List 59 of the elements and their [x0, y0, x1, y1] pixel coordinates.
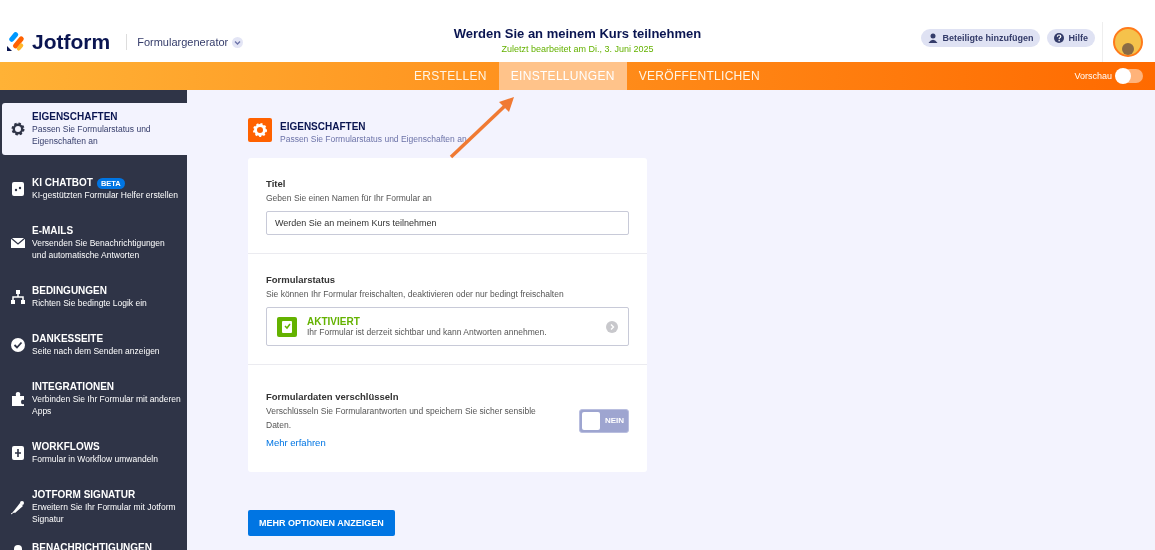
field-label: Titel: [266, 178, 287, 189]
field-label: Formulardaten verschlüsseln: [266, 391, 400, 402]
title-input[interactable]: Werden Sie an meinem Kurs teilnehmen: [266, 211, 629, 235]
item-title: DANKESSEITE: [32, 333, 104, 345]
learn-more-link[interactable]: Mehr erfahren: [266, 437, 326, 448]
sidebar-item[interactable]: EIGENSCHAFTEN Passen Sie Formularstatus und Eigenschaften an: [2, 103, 187, 155]
item-title: EIGENSCHAFTEN: [32, 111, 118, 123]
item-description: Passen Sie Formularstatus und Eigenschaften an: [32, 123, 152, 147]
avatar: [1113, 27, 1143, 57]
gear-icon: [10, 121, 26, 137]
help-icon: [1054, 33, 1065, 43]
field-hint: Sie können Ihr Formular freischalten, deaktivieren oder nur bedingt freischalten: [266, 289, 565, 299]
item-description: Verbinden Sie Ihr Formular mit anderen Apps: [32, 393, 181, 417]
status-description: Ihr Formular ist derzeit sichtbar und kann Antworten annehmen.: [307, 327, 548, 337]
item-description: Erweitern Sie Ihr Formular mit Jotform Signatur: [32, 501, 177, 525]
product-dropdown[interactable]: Formulargenerator: [126, 34, 244, 50]
person-icon: [928, 33, 939, 43]
preview-toggle[interactable]: [1116, 69, 1143, 83]
item-title: WORKFLOWS: [32, 441, 100, 453]
pen-icon: [10, 499, 26, 515]
item-description: Richten Sie bedingte Logik ein: [32, 297, 148, 309]
logo-icon: [6, 32, 26, 52]
item-description: Versenden Sie Benachrichtigungen und automatische Antworten: [32, 237, 166, 261]
sidebar-item[interactable]: INTEGRATIONEN Verbinden Sie Ihr Formular mit anderen Apps: [2, 369, 187, 429]
preview-label: Vorschau: [1074, 71, 1112, 81]
add-collaborator-button[interactable]: Beteiligte hinzufügen: [921, 29, 1041, 47]
section-description: Passen Sie Formularstatus und Eigenschaften an: [280, 134, 467, 144]
item-description: Seite nach dem Senden anzeigen: [32, 345, 161, 357]
item-description: Formular in Workflow umwandeln: [32, 453, 159, 465]
item-title: KI CHATBOT: [32, 177, 93, 189]
chevron-icon: [232, 36, 244, 48]
envelope-icon: [10, 235, 26, 251]
sidebar-item[interactable]: E-MAILS Versenden Sie Benachrichtigungen und automatische Antworten: [2, 213, 187, 273]
field-label: Formularstatus: [266, 274, 337, 285]
help-button[interactable]: Hilfe: [1047, 29, 1095, 47]
status-text: AKTIVIERT: [307, 316, 361, 327]
check-circle-icon: [10, 337, 26, 353]
item-title: E-MAILS: [32, 225, 74, 237]
puzzle-icon: [10, 391, 26, 407]
last-edited-text: Zuletzt bearbeitet am Di., 3. Juni 2025: [500, 44, 655, 54]
gear-icon: [248, 118, 272, 142]
section-title: EIGENSCHAFTEN: [280, 121, 367, 132]
item-title: BEDINGUNGEN: [32, 285, 107, 297]
more-options-button[interactable]: MEHR OPTIONEN ANZEIGEN: [248, 510, 395, 536]
item-title: INTEGRATIONEN: [32, 381, 115, 393]
status-selector[interactable]: AKTIVIERT Ihr Formular ist derzeit sichtbar und kann Antworten annehmen.: [266, 307, 629, 346]
chevron-icon: [606, 320, 618, 333]
item-title: JOTFORM SIGNATUR: [32, 489, 136, 501]
sidebar-item[interactable]: JOTFORM SIGNATUR Erweitern Sie Ihr Formular mit Jotform Signatur: [2, 477, 187, 537]
item-description: KI-gestützten Formular Helfer erstellen: [32, 189, 179, 201]
form-check-icon: [277, 316, 297, 337]
form-title: Werden Sie an meinem Kurs teilnehmen: [452, 26, 703, 41]
logo-text: Jotform: [32, 30, 111, 54]
field-hint: Geben Sie einen Namen für Ihr Formular an: [266, 193, 433, 203]
sidebar-item[interactable]: BEDINGUNGEN Richten Sie bedingte Logik ein: [2, 273, 187, 321]
hierarchy-icon: [10, 289, 26, 305]
sidebar-item[interactable]: DANKESSEITE Seite nach dem Senden anzeigen: [2, 321, 187, 369]
field-hint: Verschlüsseln Sie Formularantworten und speichern Sie sicher sensible Daten.: [266, 405, 537, 432]
sidebar-item[interactable]: WORKFLOWS Formular in Workflow umwandeln: [2, 429, 187, 477]
